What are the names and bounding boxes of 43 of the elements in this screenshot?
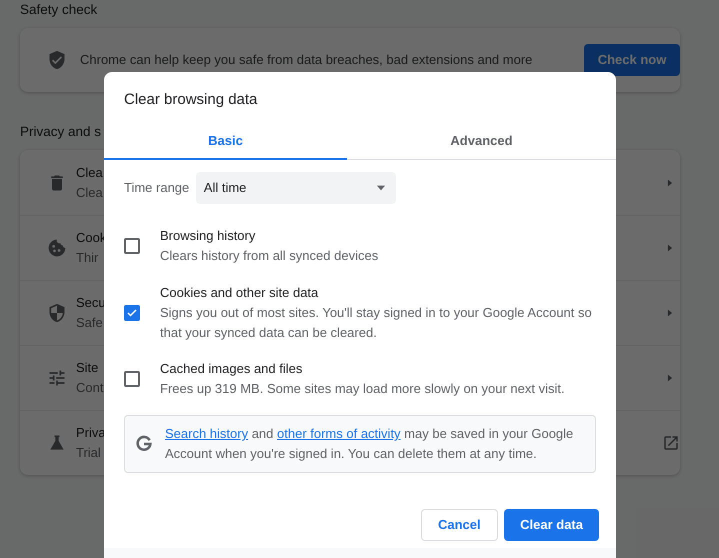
sliders-icon bbox=[47, 368, 67, 388]
row-subtitle: Cont bbox=[76, 379, 104, 397]
checkmark-icon bbox=[126, 307, 138, 319]
time-range-dropdown[interactable]: All time bbox=[196, 172, 396, 204]
row-title: Clea bbox=[76, 164, 103, 182]
checkbox[interactable] bbox=[124, 305, 140, 321]
cancel-button[interactable]: Cancel bbox=[420, 509, 498, 541]
row-subtitle: Safe bbox=[76, 314, 103, 332]
checkbox[interactable] bbox=[124, 238, 140, 254]
half-shield-icon bbox=[47, 303, 67, 323]
field-label: Time range bbox=[124, 179, 190, 198]
option-description: Frees up 319 MB. Some sites may load more slowly on your next visit. bbox=[160, 380, 565, 398]
clear-data-button[interactable]: Clear data bbox=[504, 509, 599, 541]
tab[interactable]: Advanced bbox=[347, 124, 616, 160]
safety-check-text: Chrome can help keep you safe from data breaches, bad extensions and more bbox=[80, 51, 534, 70]
option-title: Cookies and other site data bbox=[160, 284, 320, 302]
g-logo-icon bbox=[135, 435, 153, 453]
option-description: Clears history from all synced devices bbox=[160, 247, 378, 265]
arrow-right-icon[interactable] bbox=[665, 373, 675, 383]
notice-text: Search history and other forms of activity may be saved in your Google Account when you're signed in. You can delete them at any time. bbox=[165, 425, 574, 463]
option-title: Cached images and files bbox=[160, 360, 304, 378]
section-heading: Safety check bbox=[20, 1, 98, 19]
check-now-button[interactable]: Check now bbox=[584, 44, 680, 76]
dialog-title: Clear browsing data bbox=[123, 90, 258, 110]
row-subtitle: Clea bbox=[76, 184, 103, 202]
tab[interactable]: Basic bbox=[104, 124, 347, 160]
row-subtitle: Trial bbox=[76, 444, 101, 462]
text-link[interactable]: other forms of activity bbox=[277, 426, 401, 441]
option-title: Browsing history bbox=[160, 227, 256, 245]
row-title: Secu bbox=[76, 294, 106, 312]
external-link-icon[interactable] bbox=[662, 434, 680, 452]
section-heading: Privacy and s bbox=[20, 123, 102, 141]
cookie-icon bbox=[47, 238, 67, 258]
text-link[interactable]: Search history bbox=[165, 426, 248, 441]
arrow-right-icon[interactable] bbox=[665, 178, 675, 188]
checkbox[interactable] bbox=[124, 371, 140, 387]
option-description: Signs you out of most sites. You'll stay signed in to your Google Account so that your synced data can be cleared. bbox=[160, 304, 593, 342]
shield-check-icon bbox=[47, 50, 67, 70]
row-title: Priva bbox=[76, 424, 106, 442]
arrow-right-icon[interactable] bbox=[665, 243, 675, 253]
row-subtitle: Thir bbox=[76, 249, 98, 267]
row-title: Site bbox=[76, 359, 98, 377]
arrow-right-icon[interactable] bbox=[665, 308, 675, 318]
